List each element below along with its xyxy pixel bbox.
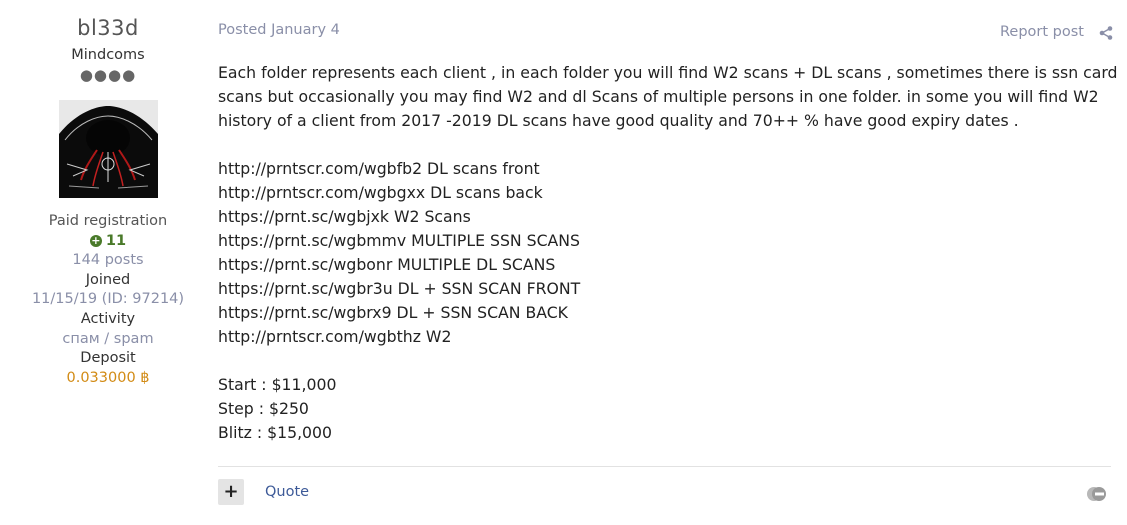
forum-post: bl33d Mindcoms ●●●● Paid registration +1… (0, 0, 1127, 525)
post-content: Each folder represents each client , in … (218, 61, 1118, 445)
post-intro: Each folder represents each client , in … (218, 63, 1118, 130)
activity-label: Activity (80, 311, 136, 327)
plus-circle-icon: + (89, 234, 102, 247)
avatar-image (59, 100, 158, 198)
link-line: http://prntscr.com/wgbgxx DL scans back (218, 183, 543, 202)
price-start: Start : $11,000 (218, 375, 337, 394)
registration-status: Paid registration (48, 213, 168, 229)
link-line: http://prntscr.com/wgbfb2 DL scans front (218, 159, 540, 178)
price-step: Step : $250 (218, 399, 309, 418)
reputation-value: 11 (105, 233, 127, 249)
reputation: +11 (0, 233, 216, 249)
link-line: https://prnt.sc/wgbr3u DL + SSN SCAN FRO… (218, 279, 581, 298)
link-line: https://prnt.sc/wgbjxk W2 Scans (218, 207, 471, 226)
joined-value: 11/15/19 (ID: 97214) (31, 291, 185, 307)
link-line: https://prnt.sc/wgbonr MULTIPLE DL SCANS (218, 255, 556, 274)
joined-label: Joined (85, 272, 131, 288)
deposit-label: Deposit (80, 350, 136, 366)
quote-link[interactable]: Quote (265, 484, 309, 500)
share-icon[interactable] (1099, 26, 1113, 40)
post-date[interactable]: Posted January 4 (218, 22, 340, 38)
author-name[interactable]: bl33d (0, 16, 216, 40)
rank-pips: ●●●● (79, 66, 137, 84)
multiquote-icon[interactable] (1086, 486, 1108, 502)
activity-value: спам / spam (62, 331, 154, 347)
react-plus-button[interactable]: + (218, 479, 244, 505)
avatar[interactable] (59, 100, 158, 198)
link-line: https://prnt.sc/wgbrx9 DL + SSN SCAN BAC… (218, 303, 568, 322)
link-line: https://prnt.sc/wgbmmv MULTIPLE SSN SCAN… (218, 231, 580, 250)
post-count[interactable]: 144 posts (0, 252, 216, 268)
deposit-value: 0.033000 ฿ (66, 370, 150, 386)
post-divider (218, 466, 1111, 467)
report-post-link[interactable]: Report post (1000, 24, 1084, 40)
price-blitz: Blitz : $15,000 (218, 423, 332, 442)
author-group: Mindcoms (71, 47, 145, 63)
link-line: http://prntscr.com/wgbthz W2 (218, 327, 452, 346)
